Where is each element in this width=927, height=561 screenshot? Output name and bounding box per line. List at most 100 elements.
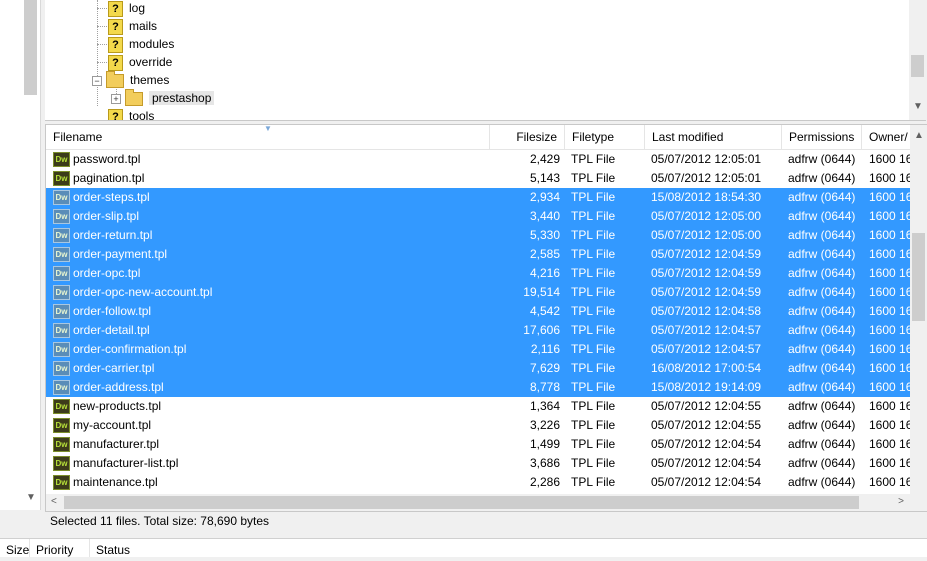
file-owner-cell: 1600 16 (869, 323, 911, 337)
folder-open-icon (106, 70, 124, 88)
file-name-text: order-return.tpl (73, 228, 153, 242)
file-name-cell: Dw order-opc.tpl (53, 264, 493, 283)
file-type-cell: TPL File (571, 228, 616, 242)
file-list-header: Filename ▼ Filesize Filetype Last modifi… (46, 125, 910, 150)
unknown-folder-icon: ? (108, 0, 123, 17)
file-permissions-cell: adfrw (0644) (788, 342, 856, 356)
file-permissions-cell: adfrw (0644) (788, 171, 856, 185)
file-modified-cell: 05/07/2012 12:04:59 (651, 285, 762, 299)
dreamweaver-file-icon: Dw (53, 361, 70, 377)
transfer-queue-header: Size Priority Status (0, 538, 927, 557)
dreamweaver-file-icon: Dw (53, 342, 70, 358)
scroll-down-arrow-icon[interactable]: ▼ (26, 492, 36, 503)
file-permissions-cell: adfrw (0644) (788, 380, 856, 394)
file-row[interactable]: Dw order-slip.tpl 3,440 TPL File 05/07/2012 … (46, 207, 911, 226)
column-header-filetype[interactable]: Filetype (565, 125, 645, 149)
file-owner-cell: 1600 16 (869, 399, 911, 413)
file-name-text: order-payment.tpl (73, 247, 168, 261)
scroll-up-arrow-icon[interactable]: ▲ (914, 130, 924, 141)
dreamweaver-file-icon: Dw (53, 418, 70, 434)
file-owner-cell: 1600 16 (869, 342, 911, 356)
column-header-filesize[interactable]: Filesize (490, 125, 565, 149)
dreamweaver-file-icon: Dw (53, 285, 70, 301)
tree-item-log[interactable]: ? log (108, 0, 145, 17)
file-modified-cell: 05/07/2012 12:05:01 (651, 152, 762, 166)
file-row[interactable]: Dw order-steps.tpl 2,934 TPL File 15/08/2012… (46, 188, 911, 207)
scroll-left-arrow-icon[interactable]: < (51, 496, 57, 507)
file-type-cell: TPL File (571, 152, 616, 166)
file-name-text: order-carrier.tpl (73, 361, 155, 375)
file-permissions-cell: adfrw (0644) (788, 285, 856, 299)
file-modified-cell: 05/07/2012 12:04:58 (651, 304, 762, 318)
file-row[interactable]: Dw manufacturer.tpl 1,499 TPL File 05/07/201… (46, 435, 911, 454)
file-modified-cell: 05/07/2012 12:04:55 (651, 399, 762, 413)
file-owner-cell: 1600 16 (869, 304, 911, 318)
file-type-cell: TPL File (571, 437, 616, 451)
tree-item-tools[interactable]: ? tools (108, 107, 154, 120)
file-type-cell: TPL File (571, 380, 616, 394)
file-name-text: pagination.tpl (73, 171, 145, 185)
file-list-vscroll-thumb[interactable] (912, 233, 925, 321)
file-name-cell: Dw manufacturer.tpl (53, 435, 493, 454)
tree-item-override[interactable]: ? override (108, 53, 172, 71)
scroll-down-arrow-icon[interactable]: ▼ (913, 101, 923, 112)
file-row[interactable]: Dw order-opc.tpl 4,216 TPL File 05/07/2012 1… (46, 264, 911, 283)
file-row[interactable]: Dw maintenance.tpl 2,286 TPL File 05/07/2012… (46, 473, 911, 492)
column-header-permissions[interactable]: Permissions (782, 125, 862, 149)
file-row[interactable]: Dw order-detail.tpl 17,606 TPL File 05/07/20… (46, 321, 911, 340)
file-name-cell: Dw order-slip.tpl (53, 207, 493, 226)
tree-vscroll-thumb[interactable] (911, 55, 924, 77)
column-header-last-modified[interactable]: Last modified (645, 125, 782, 149)
file-name-cell: Dw pagination.tpl (53, 169, 493, 188)
expand-toggle-icon[interactable]: + (111, 93, 121, 104)
file-permissions-cell: adfrw (0644) (788, 456, 856, 470)
file-row[interactable]: Dw new-products.tpl 1,364 TPL File 05/07/201… (46, 397, 911, 416)
file-owner-cell: 1600 16 (869, 475, 911, 489)
file-list-vscrollbar[interactable]: ▲ (910, 125, 927, 494)
queue-column-size[interactable]: Size (0, 539, 30, 557)
file-type-cell: TPL File (571, 190, 616, 204)
file-row[interactable]: Dw order-address.tpl 8,778 TPL File 15/08/20… (46, 378, 911, 397)
file-row[interactable]: Dw pagination.tpl 5,143 TPL File 05/07/2012 … (46, 169, 911, 188)
file-row[interactable]: Dw order-payment.tpl 2,585 TPL File 05/07/20… (46, 245, 911, 264)
file-list-hscrollbar[interactable]: < > (46, 494, 910, 511)
file-row[interactable]: Dw order-confirmation.tpl 2,116 TPL File 05/… (46, 340, 911, 359)
file-modified-cell: 05/07/2012 12:05:00 (651, 209, 762, 223)
queue-column-priority[interactable]: Priority (30, 539, 90, 557)
tree-item-mails[interactable]: ? mails (108, 17, 157, 35)
dreamweaver-file-icon: Dw (53, 437, 70, 453)
scroll-right-arrow-icon[interactable]: > (898, 496, 904, 507)
file-row[interactable]: Dw order-follow.tpl 4,542 TPL File 05/07/201… (46, 302, 911, 321)
file-size-cell: 3,686 (529, 456, 560, 470)
file-row[interactable]: Dw manufacturer-list.tpl 3,686 TPL File 05/0… (46, 454, 911, 473)
local-vscroll-thumb[interactable] (24, 0, 37, 95)
collapse-toggle-icon[interactable]: − (92, 75, 102, 86)
dreamweaver-file-icon: Dw (53, 323, 70, 339)
file-type-cell: TPL File (571, 342, 616, 356)
tree-item-themes[interactable]: − themes (92, 70, 169, 89)
queue-column-status[interactable]: Status (90, 539, 210, 557)
file-row[interactable]: Dw password.tpl 2,429 TPL File 05/07/2012 12… (46, 150, 911, 169)
file-name-text: password.tpl (73, 152, 141, 166)
file-permissions-cell: adfrw (0644) (788, 361, 856, 375)
unknown-folder-icon: ? (108, 36, 123, 53)
file-row[interactable]: Dw order-carrier.tpl 7,629 TPL File 16/08/20… (46, 359, 911, 378)
file-row[interactable]: Dw my-account.tpl 3,226 TPL File 05/07/2012 … (46, 416, 911, 435)
file-type-cell: TPL File (571, 171, 616, 185)
column-header-owner[interactable]: Owner/ (862, 125, 910, 149)
dreamweaver-file-icon: Dw (53, 266, 70, 282)
file-owner-cell: 1600 16 (869, 418, 911, 432)
dreamweaver-file-icon: Dw (53, 228, 70, 244)
file-list-hscroll-thumb[interactable] (64, 496, 859, 509)
file-row[interactable]: Dw order-return.tpl 5,330 TPL File 05/07/201… (46, 226, 911, 245)
file-owner-cell: 1600 16 (869, 437, 911, 451)
tree-vscrollbar[interactable]: ▼ (909, 0, 926, 120)
tree-item-modules[interactable]: ? modules (108, 35, 174, 53)
dreamweaver-file-icon: Dw (53, 247, 70, 263)
file-permissions-cell: adfrw (0644) (788, 152, 856, 166)
file-name-cell: Dw order-follow.tpl (53, 302, 493, 321)
file-row[interactable]: Dw order-opc-new-account.tpl 19,514 TPL Fil… (46, 283, 911, 302)
tree-item-prestashop[interactable]: + prestashop (111, 88, 215, 107)
file-name-cell: Dw order-address.tpl (53, 378, 493, 397)
file-size-cell: 2,429 (529, 152, 560, 166)
